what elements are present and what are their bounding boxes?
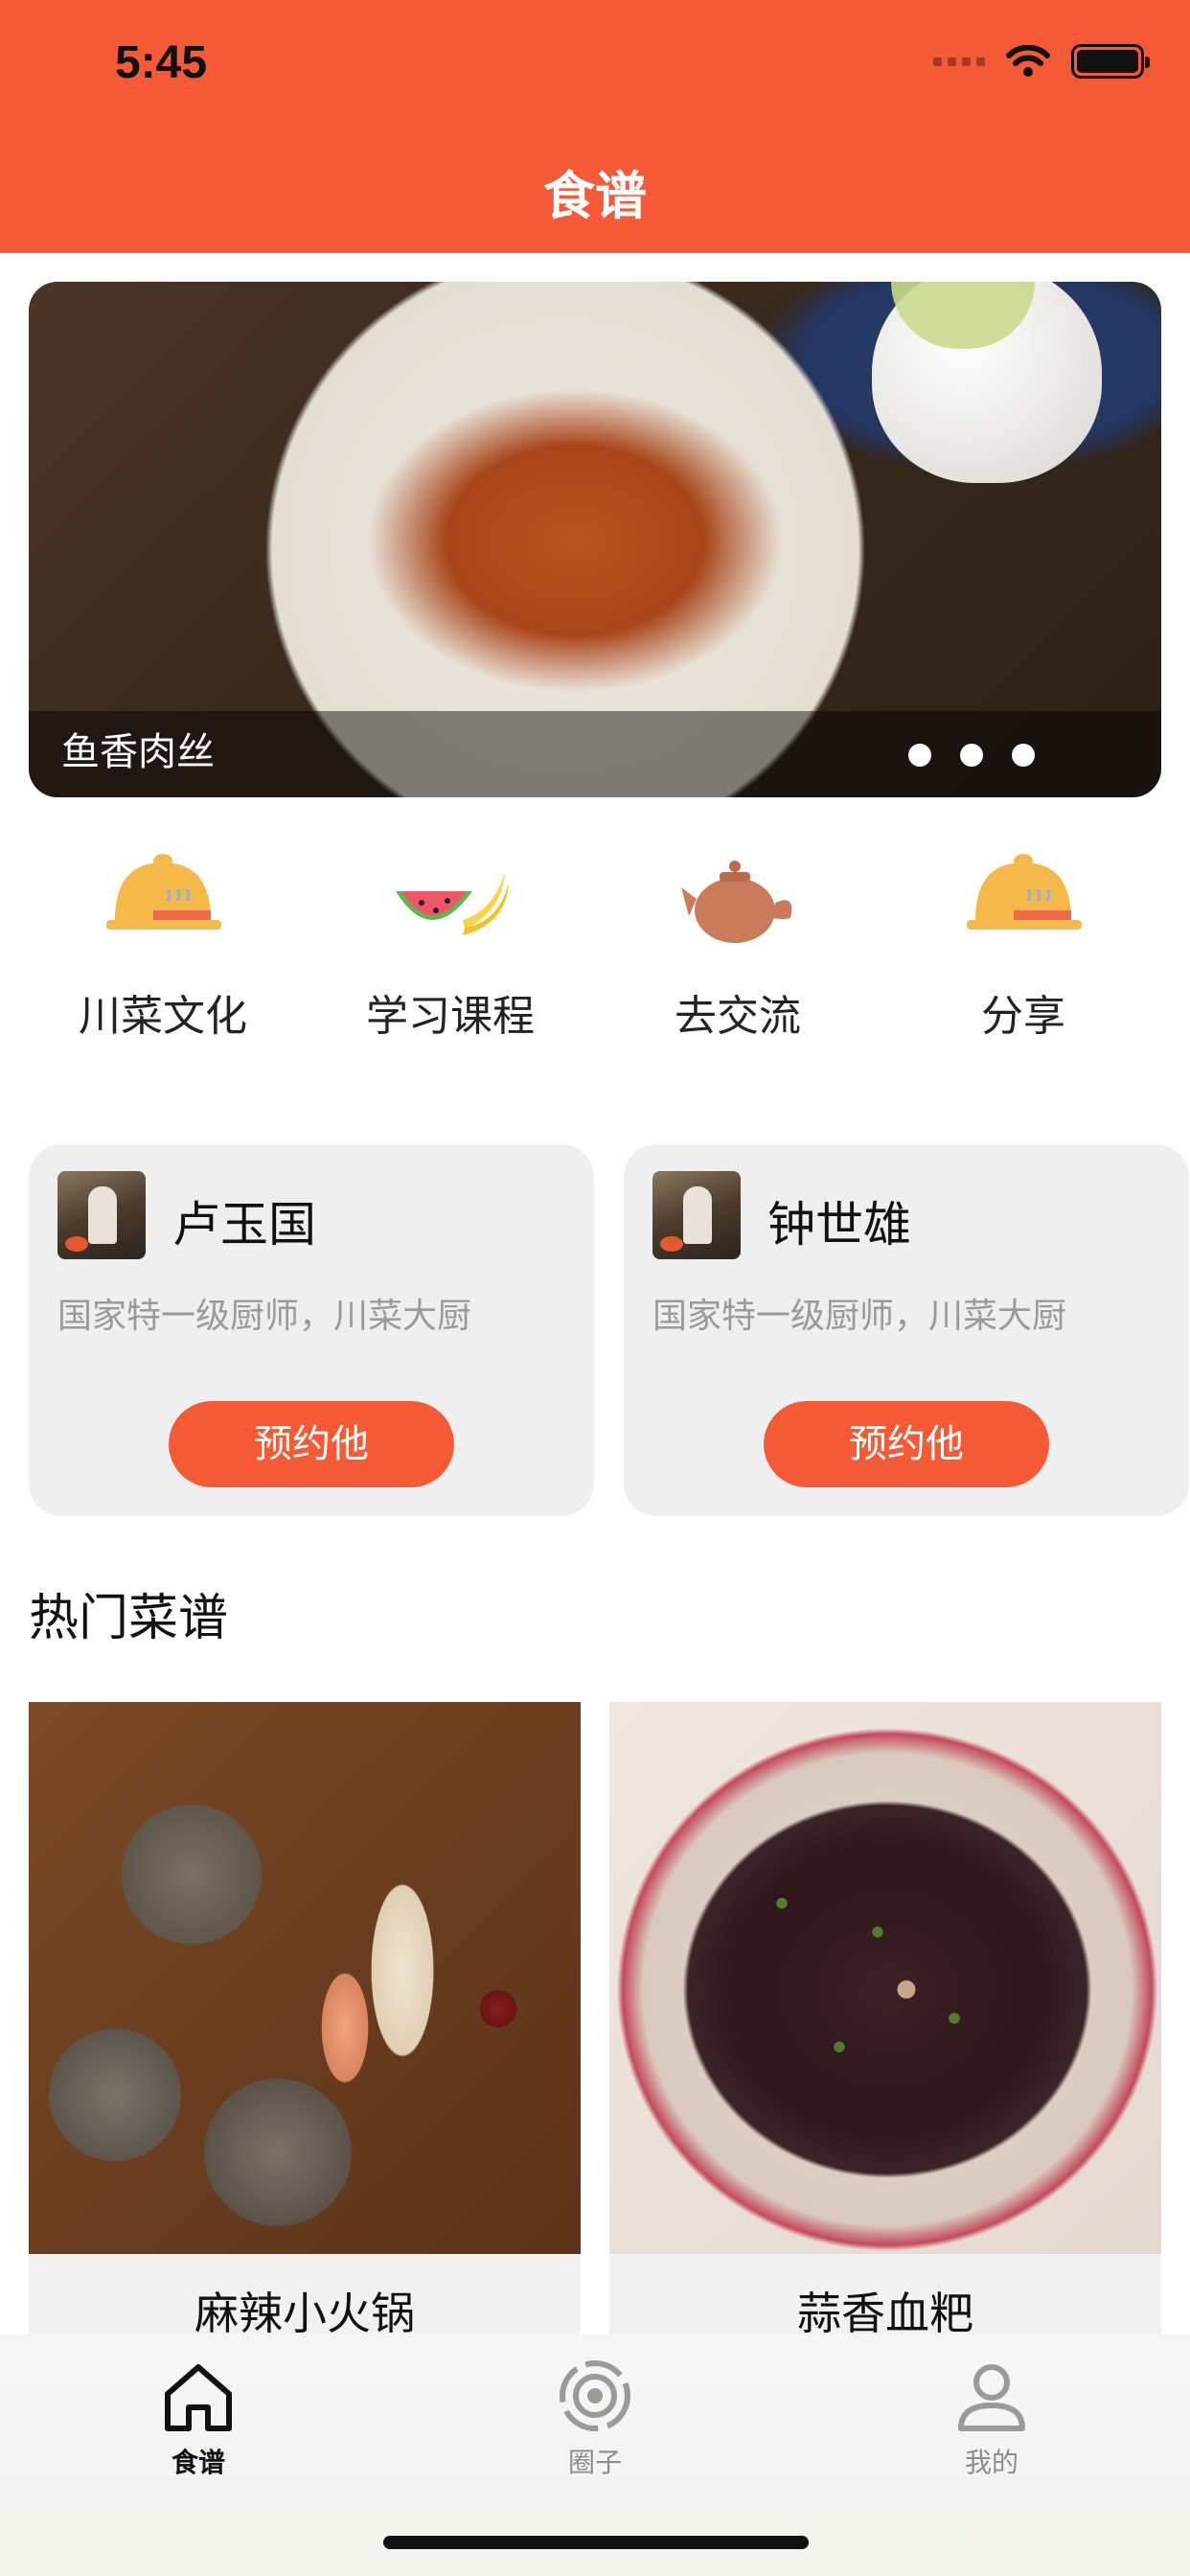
app-header: 5:45 食谱 xyxy=(0,0,1190,253)
page-dot[interactable] xyxy=(908,744,931,767)
wifi-icon xyxy=(1006,45,1050,77)
recipe-name: 麻辣小火锅 xyxy=(195,2288,415,2334)
tab-mine[interactable]: 我的 xyxy=(896,2356,1087,2480)
status-time: 5:45 xyxy=(115,37,208,88)
battery-icon xyxy=(1071,44,1150,79)
recipe-card[interactable]: 麻辣小火锅 xyxy=(29,1702,581,2334)
circle-community-icon xyxy=(560,2360,630,2431)
featured-banner[interactable]: 鱼香肉丝 xyxy=(29,282,1161,797)
recipe-name: 蒜香血粑 xyxy=(797,2288,973,2334)
category-sichuan-culture[interactable]: 川菜文化 xyxy=(48,843,278,1043)
recipe-photo xyxy=(29,1702,581,2254)
chef-description: 国家特一级厨师，川菜大厨 xyxy=(57,1297,472,1336)
teapot-icon xyxy=(681,861,792,943)
chef-card[interactable]: 钟世雄 国家特一级厨师，川菜大厨 预约他 xyxy=(624,1144,1189,1516)
tab-circle[interactable]: 圈子 xyxy=(499,2356,691,2480)
category-label: 去交流 xyxy=(675,992,801,1041)
banner-caption-bar: 鱼香肉丝 xyxy=(29,711,1161,797)
tab-label: 我的 xyxy=(964,2447,1018,2478)
page-title: 食谱 xyxy=(543,166,647,226)
section-title-hot-recipes: 热门菜谱 xyxy=(29,1590,229,1647)
category-label: 川菜文化 xyxy=(79,992,247,1041)
recipe-card[interactable]: 蒜香血粑 xyxy=(609,1702,1161,2334)
chef-name: 卢玉国 xyxy=(172,1197,316,1253)
user-icon xyxy=(958,2364,1025,2431)
avatar xyxy=(652,1171,741,1259)
recipe-photo xyxy=(609,1702,1161,2254)
recipes-screen: 5:45 食谱 鱼香肉丝 川菜文化 学习课程 去交流 分享 卢玉国 国家特一级厨… xyxy=(0,0,1190,2576)
tab-recipes[interactable]: 食谱 xyxy=(103,2356,294,2480)
serving-cloche-icon xyxy=(106,854,221,930)
status-icons xyxy=(933,44,1150,79)
chef-card[interactable]: 卢玉国 国家特一级厨师，川菜大厨 预约他 xyxy=(29,1144,594,1516)
book-chef-button[interactable]: 预约他 xyxy=(764,1401,1049,1487)
category-share[interactable]: 分享 xyxy=(908,843,1138,1043)
home-icon xyxy=(165,2364,232,2431)
category-label: 学习课程 xyxy=(366,992,535,1041)
chef-name: 钟世雄 xyxy=(767,1197,911,1253)
signal-icon xyxy=(933,57,985,66)
serving-cloche-icon xyxy=(967,854,1082,930)
avatar xyxy=(57,1171,146,1259)
banner-page-indicator[interactable] xyxy=(908,744,1035,767)
category-courses[interactable]: 学习课程 xyxy=(335,843,565,1043)
fruit-icon xyxy=(396,872,509,935)
category-label: 分享 xyxy=(981,992,1065,1041)
tab-label: 圈子 xyxy=(567,2447,622,2478)
category-exchange[interactable]: 去交流 xyxy=(623,843,853,1043)
chef-description: 国家特一级厨师，川菜大厨 xyxy=(652,1297,1067,1336)
category-row: 川菜文化 学习课程 去交流 分享 xyxy=(0,843,1190,1054)
page-dot[interactable] xyxy=(960,744,983,767)
banner-title: 鱼香肉丝 xyxy=(61,730,215,774)
home-indicator[interactable] xyxy=(383,2536,809,2549)
book-chef-button[interactable]: 预约他 xyxy=(169,1401,454,1487)
page-dot[interactable] xyxy=(1012,744,1035,767)
tab-label: 食谱 xyxy=(171,2447,225,2478)
